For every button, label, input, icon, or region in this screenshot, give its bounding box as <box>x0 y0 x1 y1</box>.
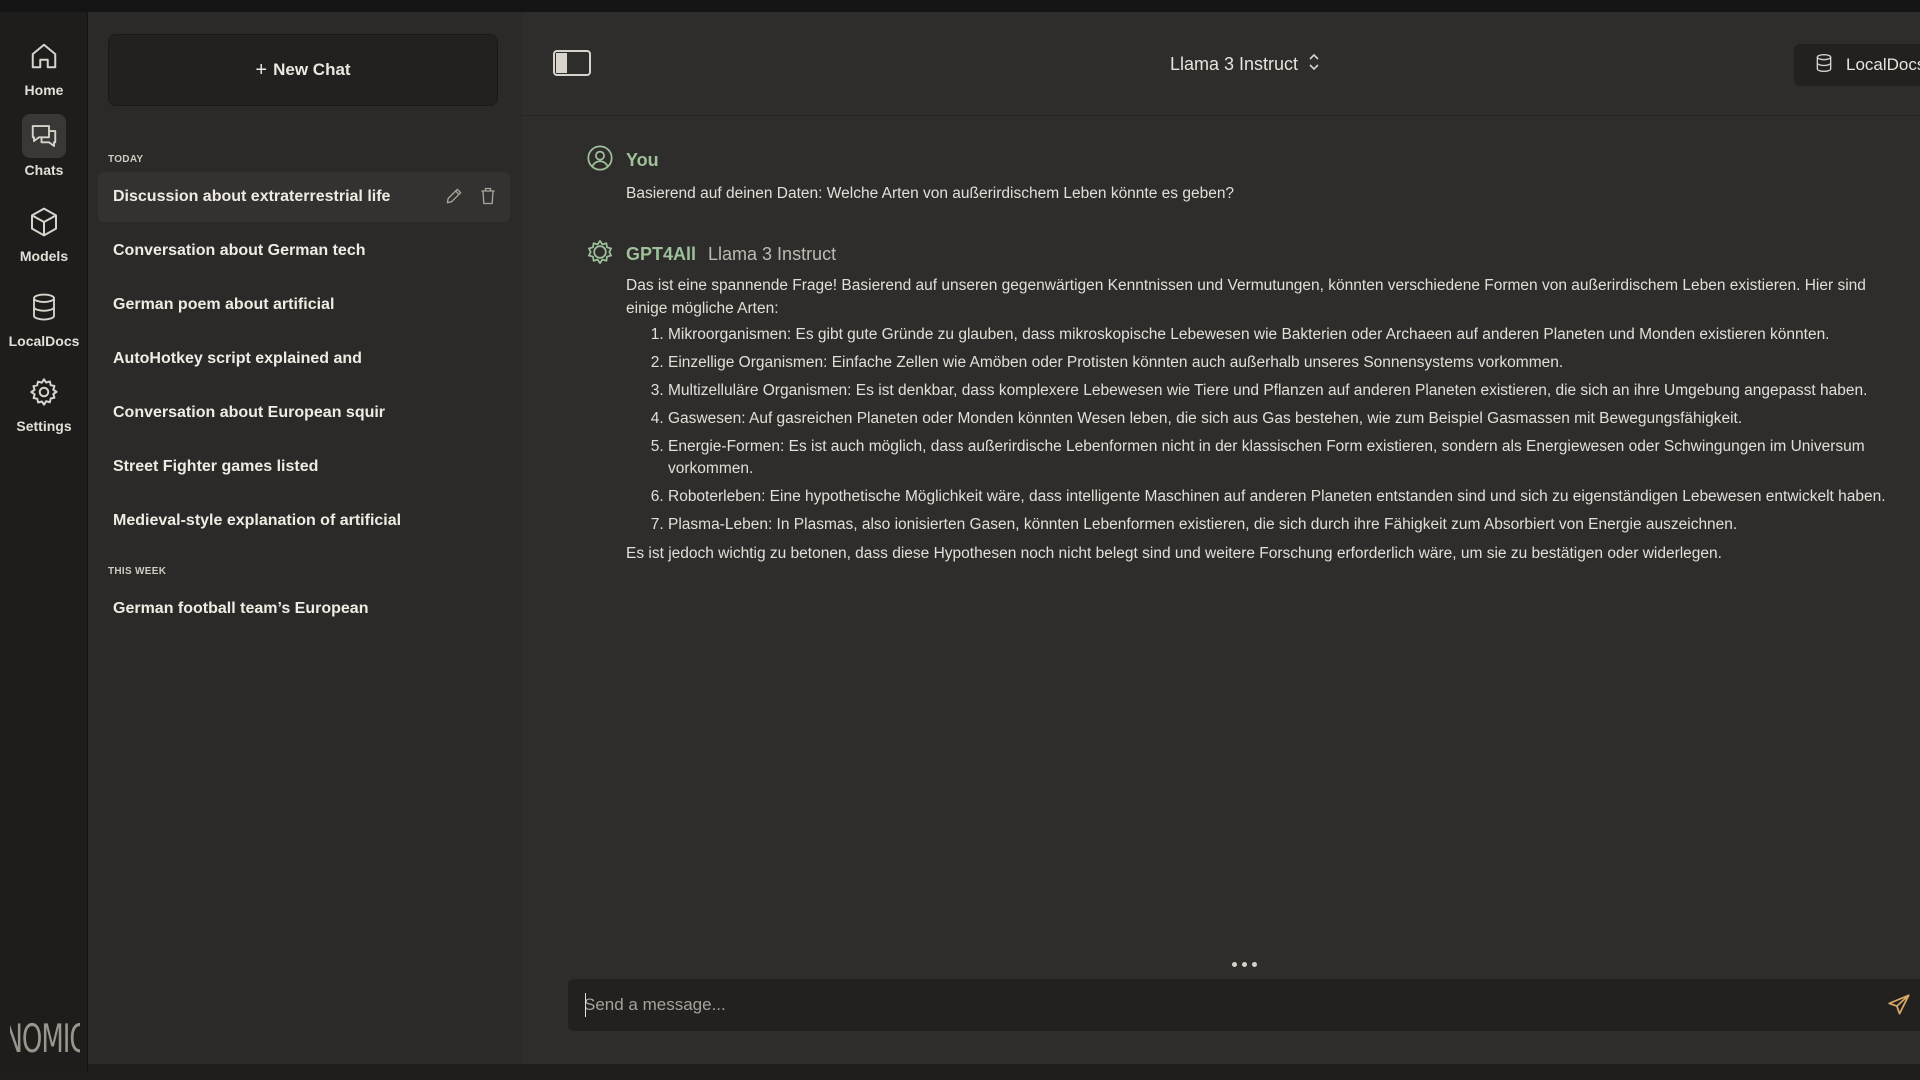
list-item: Plasma-Leben: In Plasmas, also ionisiert… <box>668 514 1896 536</box>
nav-rail: Home Chats Models LocalDocs Settings OMI <box>0 12 88 1072</box>
app-window: Home Chats Models LocalDocs Settings OMI… <box>0 0 1920 1080</box>
list-item: Einzellige Organismen: Einfache Zellen w… <box>668 352 1896 374</box>
list-item: Mikroorganismen: Es gibt gute Gründe zu … <box>668 324 1896 346</box>
chat-item[interactable]: Conversation about German tech <box>98 226 510 276</box>
user-avatar-icon <box>586 144 614 177</box>
chat-item-title: Street Fighter games listed <box>113 458 319 475</box>
send-icon[interactable] <box>1886 992 1912 1018</box>
assistant-message-text: Das ist eine spannende Frage! Basierend … <box>626 274 1896 565</box>
section-label-today: TODAY <box>108 154 144 165</box>
list-item: Multizelluläre Organismen: Es ist denkba… <box>668 380 1896 402</box>
localdocs-button[interactable]: LocalDocs <box>1794 44 1920 86</box>
chat-item[interactable]: Medieval-style explanation of artificial <box>98 496 510 546</box>
svg-text:NOMIC: NOMIC <box>10 1016 80 1060</box>
user-author-name: You <box>626 150 659 170</box>
new-chat-button[interactable]: + New Chat <box>108 34 498 106</box>
assistant-message-header: GPT4All Llama 3 Instruct <box>586 238 836 271</box>
model-selector[interactable]: Llama 3 Instruct <box>1170 52 1320 77</box>
trash-icon[interactable] <box>478 186 498 211</box>
message-input[interactable] <box>584 979 1844 1031</box>
section-label-this-week: THIS WEEK <box>108 566 167 577</box>
plus-icon: + <box>255 58 268 81</box>
nomic-logo: NOMIC <box>10 1016 80 1060</box>
more-options-icon[interactable] <box>1232 962 1257 967</box>
chat-item[interactable]: German football team’s European <box>98 584 510 634</box>
user-message-header: You <box>586 144 659 177</box>
assistant-author-name: GPT4All <box>626 244 697 264</box>
chat-item-title: German football team’s European <box>113 600 369 617</box>
chat-item[interactable]: Conversation about European squir <box>98 388 510 438</box>
chat-item-actions <box>444 186 498 211</box>
sidebar-toggle-icon[interactable] <box>552 49 592 77</box>
assistant-outro: Es ist jedoch wichtig zu betonen, dass d… <box>626 545 1722 562</box>
chat-item[interactable]: Discussion about extraterrestrial life <box>98 172 510 222</box>
new-chat-label: New Chat <box>273 60 351 79</box>
conversation-header: Llama 3 Instruct LocalDocs <box>522 12 1920 116</box>
edit-icon[interactable] <box>444 186 464 211</box>
chevron-updown-icon <box>1308 52 1320 77</box>
assistant-list: Mikroorganismen: Es gibt gute Gründe zu … <box>626 324 1896 536</box>
window-top-strip <box>0 0 1920 12</box>
localdocs-button-label: LocalDocs <box>1846 55 1920 74</box>
gpt4all-logo-icon <box>586 238 614 271</box>
chats-icon <box>22 114 66 158</box>
chat-item[interactable]: German poem about artificial <box>98 280 510 330</box>
text-caret <box>585 993 586 1017</box>
assistant-intro: Das ist eine spannende Frage! Basierend … <box>626 277 1866 317</box>
models-icon <box>22 200 66 244</box>
list-item: Roboterleben: Eine hypothetische Möglich… <box>668 486 1896 508</box>
database-icon <box>1814 52 1834 79</box>
model-selector-label: Llama 3 Instruct <box>1170 54 1299 74</box>
nav-settings-label: Settings <box>16 418 72 434</box>
chat-item-title: Medieval-style explanation of artificial <box>113 512 402 529</box>
chat-item-title: Conversation about European squir <box>113 404 386 421</box>
assistant-model-name: Llama 3 Instruct <box>708 244 837 264</box>
chat-history-sidebar: + New Chat TODAY Discussion about extrat… <box>88 12 522 1064</box>
nav-models[interactable]: Models <box>0 200 88 278</box>
chat-item-title: Discussion about extraterrestrial life <box>113 188 391 205</box>
nav-models-label: Models <box>19 248 69 264</box>
list-item: Gaswesen: Auf gasreichen Planeten oder M… <box>668 408 1896 430</box>
nav-home[interactable]: Home <box>0 34 88 112</box>
nav-home-label: Home <box>24 82 64 98</box>
nav-chats[interactable]: Chats <box>0 114 88 192</box>
conversation-panel: Llama 3 Instruct LocalDocs You Basierend… <box>522 12 1920 1064</box>
nav-localdocs[interactable]: LocalDocs <box>0 285 88 363</box>
user-message-text: Basierend auf deinen Daten: Welche Arten… <box>626 185 1235 202</box>
nav-settings[interactable]: Settings <box>0 370 88 448</box>
chat-item[interactable]: Street Fighter games listed <box>98 442 510 492</box>
home-icon <box>22 34 66 78</box>
chat-item-title: AutoHotkey script explained and <box>113 350 362 367</box>
nav-localdocs-label: LocalDocs <box>8 333 80 349</box>
gear-icon <box>22 370 66 414</box>
chat-item[interactable]: AutoHotkey script explained and <box>98 334 510 384</box>
list-item: Energie-Formen: Es ist auch möglich, das… <box>668 436 1896 480</box>
database-icon <box>22 285 66 329</box>
nav-chats-label: Chats <box>24 162 64 178</box>
chat-item-title: Conversation about German tech <box>113 242 366 259</box>
chat-item-title: German poem about artificial <box>113 296 335 313</box>
message-composer <box>568 979 1920 1031</box>
